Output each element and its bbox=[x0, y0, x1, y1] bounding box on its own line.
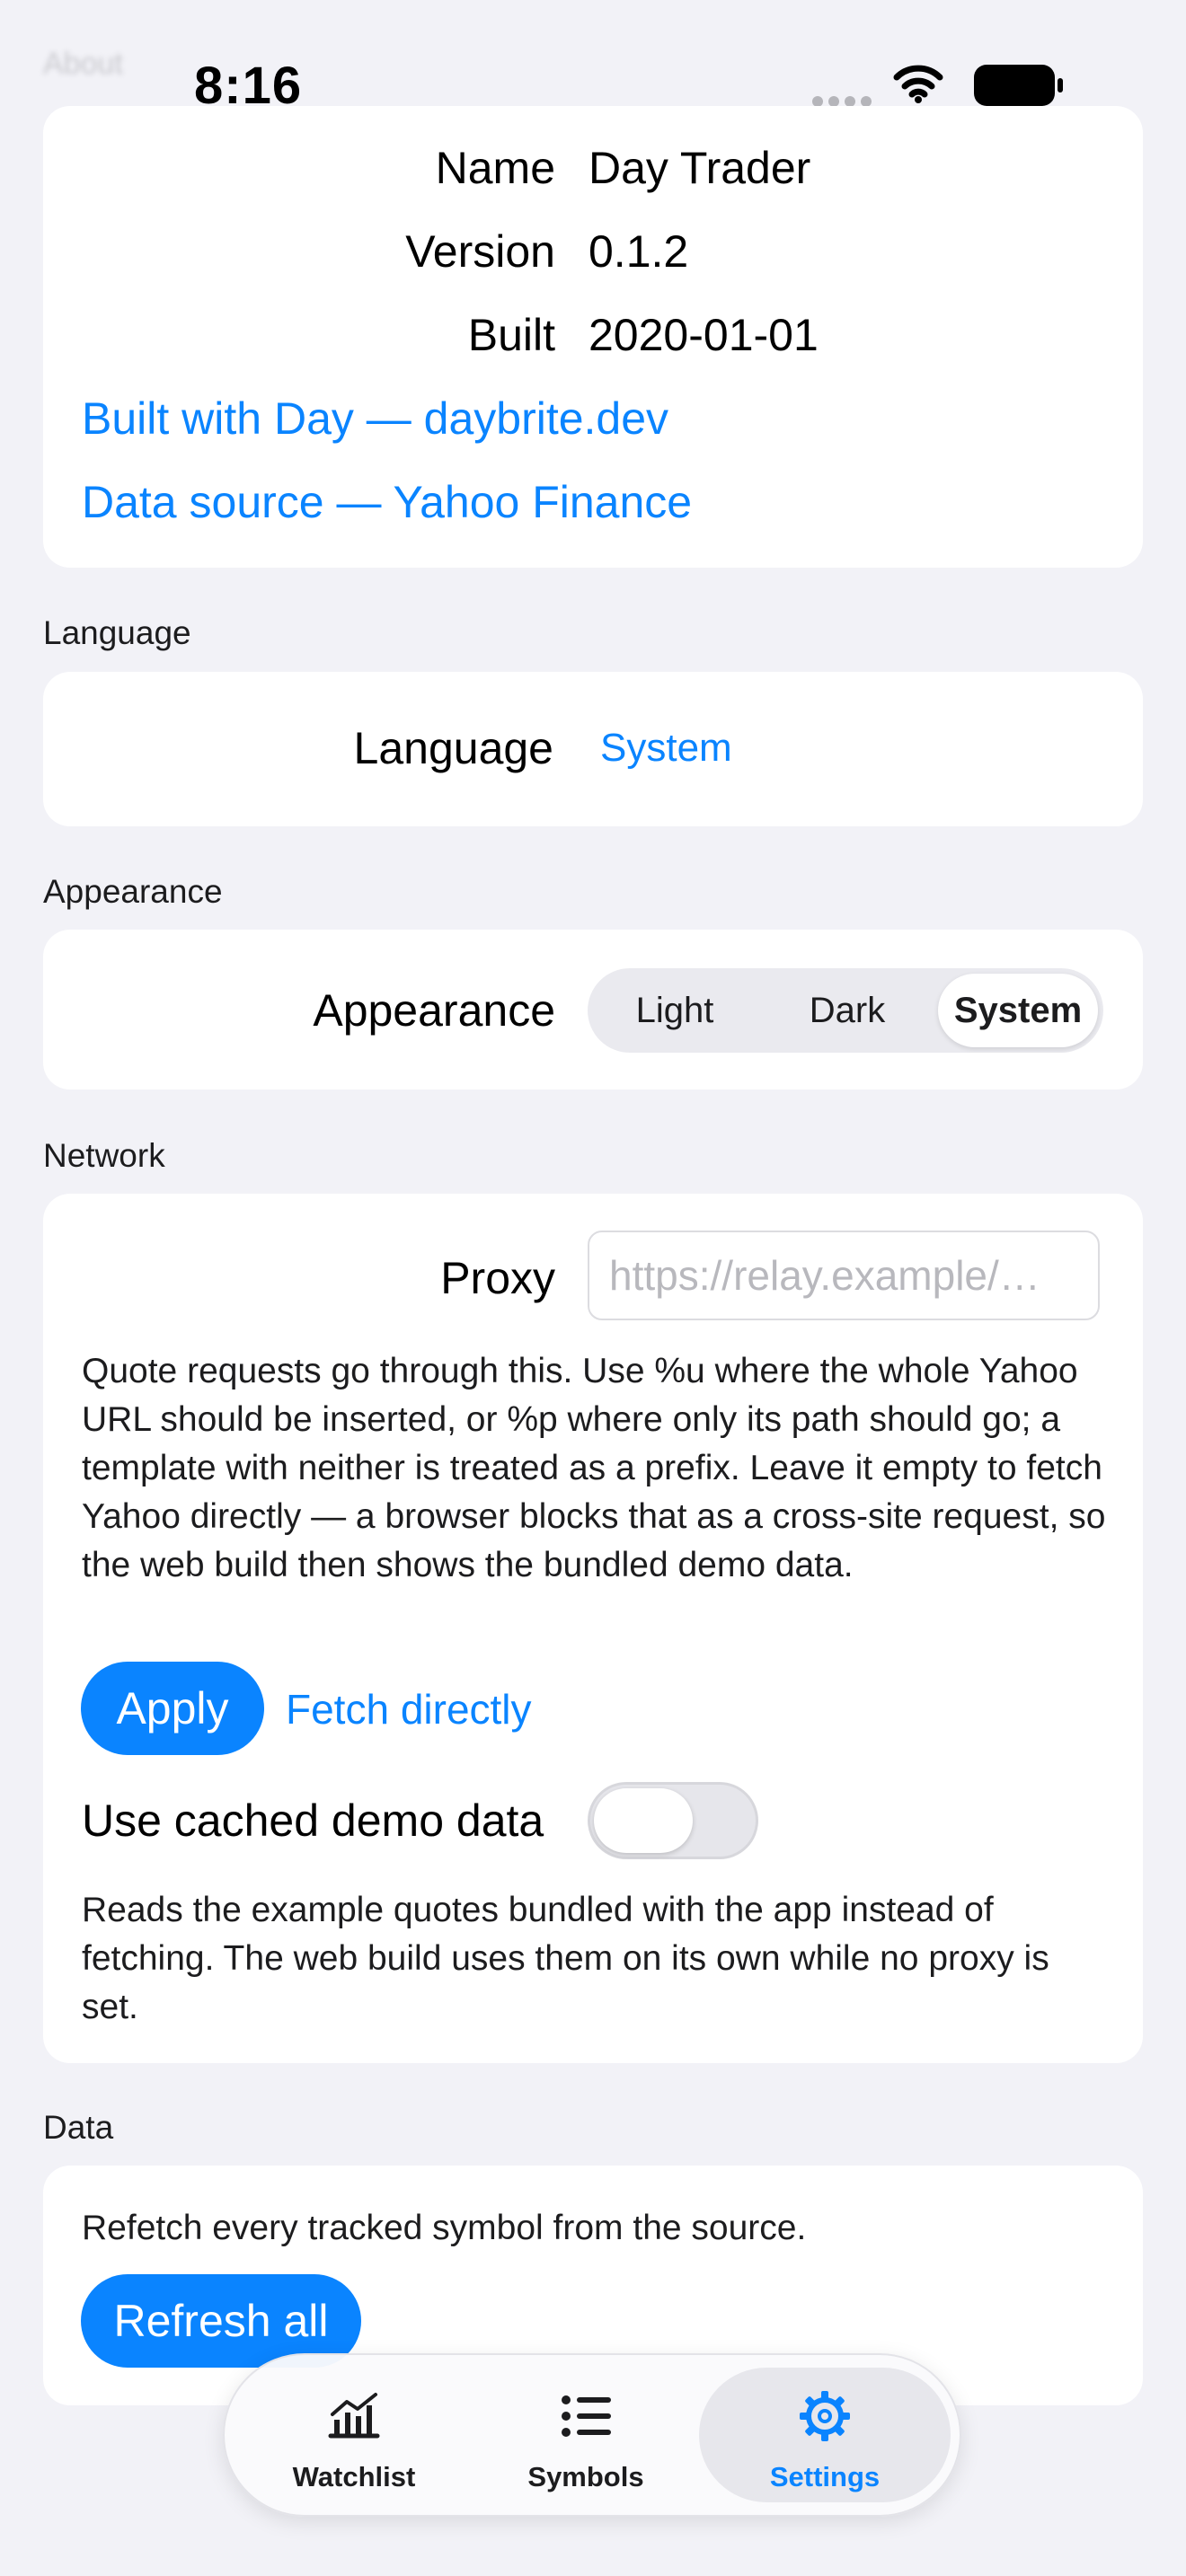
battery-icon bbox=[974, 65, 1063, 106]
chart-icon bbox=[328, 2393, 380, 2439]
appearance-section-title: Appearance bbox=[43, 873, 223, 910]
tab-symbols-label: Symbols bbox=[527, 2461, 644, 2492]
built-key: Built bbox=[467, 310, 555, 360]
tab-bar: Watchlist Symbols Settings bbox=[223, 2353, 961, 2517]
tab-symbols[interactable]: Symbols bbox=[469, 2355, 703, 2519]
version-key: Version bbox=[405, 226, 555, 277]
data-source-link[interactable]: Data source — Yahoo Finance bbox=[82, 476, 692, 528]
segment-light[interactable]: Light bbox=[588, 968, 762, 1053]
apply-button[interactable]: Apply bbox=[81, 1662, 264, 1755]
scrolled-title: About bbox=[43, 47, 123, 81]
appearance-label: Appearance bbox=[313, 985, 555, 1036]
tab-watchlist[interactable]: Watchlist bbox=[237, 2355, 471, 2519]
language-label: Language bbox=[353, 723, 553, 773]
version-value: 0.1.2 bbox=[589, 226, 689, 277]
list-icon bbox=[562, 2395, 611, 2437]
proxy-help-text: Quote requests go through this. Use %u w… bbox=[82, 1352, 1106, 1584]
proxy-input[interactable] bbox=[588, 1231, 1100, 1320]
language-picker[interactable]: System bbox=[600, 726, 732, 771]
wifi-icon bbox=[893, 65, 943, 103]
appearance-segmented-control: Light Dark System bbox=[588, 968, 1103, 1053]
built-value: 2020-01-01 bbox=[589, 310, 819, 360]
language-section-title: Language bbox=[43, 614, 191, 651]
name-value: Day Trader bbox=[589, 143, 811, 193]
segment-dark[interactable]: Dark bbox=[760, 968, 934, 1053]
segment-system[interactable]: System bbox=[938, 968, 1098, 1053]
tab-settings-label: Settings bbox=[769, 2461, 881, 2492]
tab-watchlist-label: Watchlist bbox=[292, 2461, 416, 2492]
name-key: Name bbox=[435, 143, 555, 193]
network-section-title: Network bbox=[43, 1137, 165, 1174]
demo-data-help-text: Reads the example quotes bundled with th… bbox=[82, 1891, 1049, 2026]
data-section-title: Data bbox=[43, 2109, 114, 2146]
tab-settings[interactable]: Settings bbox=[708, 2355, 942, 2519]
refresh-help-text: Refetch every tracked symbol from the so… bbox=[82, 2209, 807, 2247]
demo-data-toggle[interactable] bbox=[588, 1782, 758, 1859]
built-with-link[interactable]: Built with Day — daybrite.dev bbox=[82, 393, 668, 445]
demo-data-label: Use cached demo data bbox=[82, 1795, 544, 1846]
proxy-label: Proxy bbox=[440, 1253, 555, 1303]
gear-icon bbox=[800, 2391, 850, 2441]
toggle-knob bbox=[594, 1788, 693, 1853]
fetch-directly-button[interactable]: Fetch directly bbox=[286, 1685, 532, 1734]
